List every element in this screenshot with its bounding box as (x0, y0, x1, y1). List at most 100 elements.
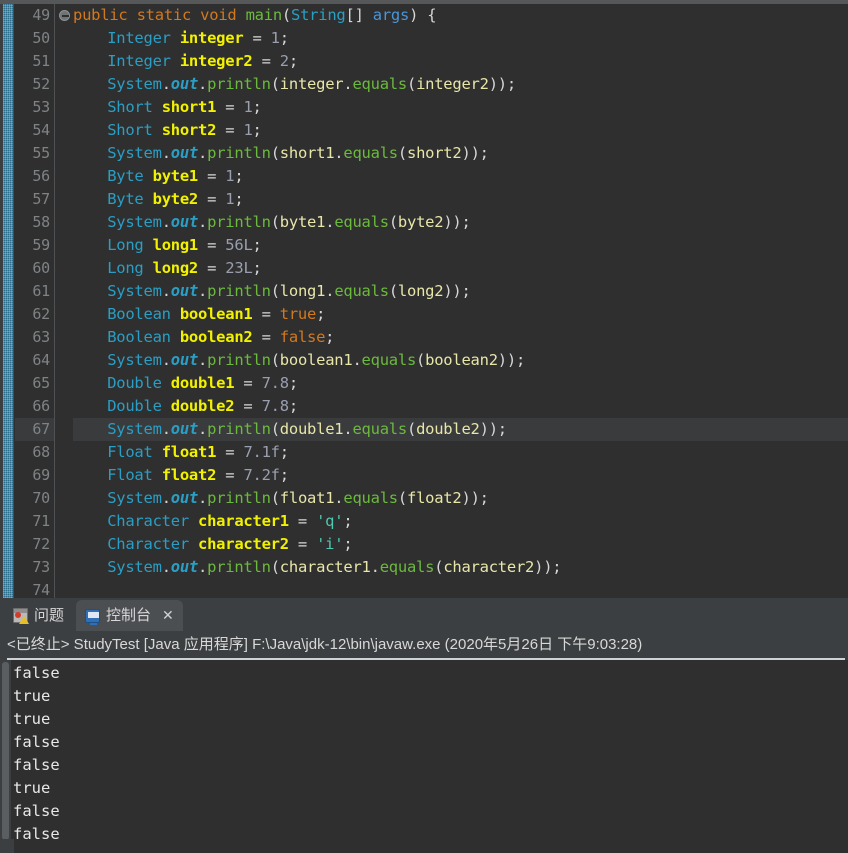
code-line[interactable]: Byte byte2 = 1; (107, 188, 244, 211)
code-token: = (216, 443, 244, 461)
code-line[interactable]: System.out.println(short1.equals(short2)… (107, 142, 489, 165)
line-number: 58 (32, 213, 50, 231)
code-token: . (370, 558, 380, 576)
code-line[interactable]: Boolean boolean1 = true; (107, 303, 325, 326)
code-token: ; (234, 190, 244, 208)
code-token: 'q' (316, 512, 344, 530)
code-token: = (288, 512, 317, 530)
code-token: integer (279, 75, 344, 93)
console-output-line: false (13, 664, 60, 682)
resize-handle[interactable] (0, 839, 14, 853)
code-line[interactable]: Integer integer = 1; (107, 27, 289, 50)
console-output-text[interactable]: false true true false false true false false (13, 660, 848, 853)
annotation-ruler[interactable] (0, 4, 14, 598)
code-token: . (161, 144, 171, 162)
close-icon[interactable]: ✕ (162, 600, 174, 631)
code-token: Double (107, 397, 171, 415)
code-token: byte1 (279, 213, 326, 231)
code-token: double1 (279, 420, 344, 438)
console-output-line: false (13, 802, 60, 820)
code-folding-gutter[interactable] (56, 4, 73, 598)
code-token: ; (343, 512, 353, 530)
line-number: 62 (32, 305, 50, 323)
code-line[interactable]: Double double2 = 7.8; (107, 395, 298, 418)
code-line[interactable]: Short short1 = 1; (107, 96, 262, 119)
code-line[interactable]: System.out.println(long1.equals(long2)); (107, 280, 471, 303)
code-token: Long (107, 259, 153, 277)
code-line[interactable]: Float float1 = 7.1f; (107, 441, 289, 464)
view-tab-bar[interactable]: 问题 控制台 ✕ (0, 600, 848, 631)
code-line[interactable]: Short short2 = 1; (107, 119, 262, 142)
code-token: Boolean (107, 305, 180, 323)
bottom-view-panel[interactable]: 问题 控制台 ✕ <已终止> StudyTest [Java 应用程序] F:\… (0, 598, 848, 853)
line-number: 64 (32, 351, 50, 369)
code-token: . (161, 213, 171, 231)
code-token: = (198, 167, 226, 185)
code-token: 1 (243, 98, 253, 116)
console-scrollbar[interactable] (0, 660, 11, 853)
code-line[interactable]: System.out.println(integer.equals(intege… (107, 73, 516, 96)
code-token: [] (345, 6, 373, 24)
code-token: . (325, 282, 335, 300)
code-line[interactable]: System.out.println(boolean1.equals(boole… (107, 349, 525, 372)
code-line[interactable]: public static void main(String[] args) { (73, 4, 437, 27)
code-line[interactable]: Double double1 = 7.8; (107, 372, 298, 395)
code-token: boolean2 (425, 351, 498, 369)
code-token: character1 (279, 558, 371, 576)
tab-console[interactable]: 控制台 ✕ (76, 600, 183, 631)
code-token: Short (107, 98, 162, 116)
code-line[interactable]: Integer integer2 = 2; (107, 50, 298, 73)
code-token: long1 (152, 236, 199, 254)
code-token: byte2 (397, 213, 444, 231)
console-output-area[interactable]: false true true false false true false false (0, 660, 848, 853)
code-token: ( (270, 351, 280, 369)
code-token: long2 (397, 282, 444, 300)
code-token: = (198, 259, 226, 277)
code-token: out (170, 282, 199, 300)
code-token: Byte (107, 167, 153, 185)
fold-collapse-icon[interactable] (59, 10, 70, 21)
code-line[interactable]: System.out.println(byte1.equals(byte2)); (107, 211, 471, 234)
code-token: character1 (198, 512, 289, 530)
occurrence-annotation-marker[interactable] (3, 4, 13, 598)
code-token: equals (334, 213, 389, 231)
code-token: String (291, 6, 346, 24)
code-token: Character (107, 512, 199, 530)
console-scrollbar-thumb[interactable] (2, 662, 9, 840)
code-token: System (107, 75, 162, 93)
console-output-line: true (13, 779, 51, 797)
code-token: ( (270, 558, 280, 576)
code-editor-panel[interactable]: 49 50 51 52 53 54 55 56 57 58 59 60 61 62 63 64 65 66 67 68… (0, 0, 848, 598)
code-token: . (198, 351, 208, 369)
code-token: equals (379, 558, 435, 576)
code-line[interactable]: Long long1 = 56L; (107, 234, 262, 257)
code-token: equals (361, 351, 417, 369)
code-token: = (252, 52, 280, 70)
code-line[interactable]: System.out.println(double1.equals(double… (107, 418, 507, 441)
code-token: System (107, 144, 162, 162)
code-token: . (161, 489, 171, 507)
code-token: . (161, 75, 171, 93)
line-number-gutter[interactable]: 49 50 51 52 53 54 55 56 57 58 59 60 61 62 63 64 65 66 67 68… (15, 4, 55, 598)
code-token: Integer (107, 29, 180, 47)
code-token: float1 (161, 443, 217, 461)
code-token: println (207, 144, 271, 162)
code-token: . (161, 558, 171, 576)
code-line[interactable]: Character character2 = 'i'; (107, 533, 353, 556)
code-token: println (207, 351, 271, 369)
code-line[interactable]: Float float2 = 7.2f; (107, 464, 289, 487)
code-text-area[interactable]: public static void main(String[] args) {… (73, 4, 848, 598)
console-output-line: false (13, 825, 60, 843)
tab-problems[interactable]: 问题 (4, 600, 73, 631)
code-line[interactable]: System.out.println(float1.equals(float2)… (107, 487, 489, 510)
code-line[interactable]: Byte byte1 = 1; (107, 165, 244, 188)
code-line[interactable]: Character character1 = 'q'; (107, 510, 353, 533)
code-line[interactable]: System.out.println(character1.equals(cha… (107, 556, 561, 579)
code-line[interactable]: Long long2 = 23L; (107, 257, 262, 280)
code-line[interactable]: Boolean boolean2 = false; (107, 326, 334, 349)
line-number: 57 (32, 190, 50, 208)
code-token: ( (270, 144, 280, 162)
line-number: 59 (32, 236, 50, 254)
console-icon (85, 608, 100, 625)
code-token: equals (352, 75, 407, 93)
